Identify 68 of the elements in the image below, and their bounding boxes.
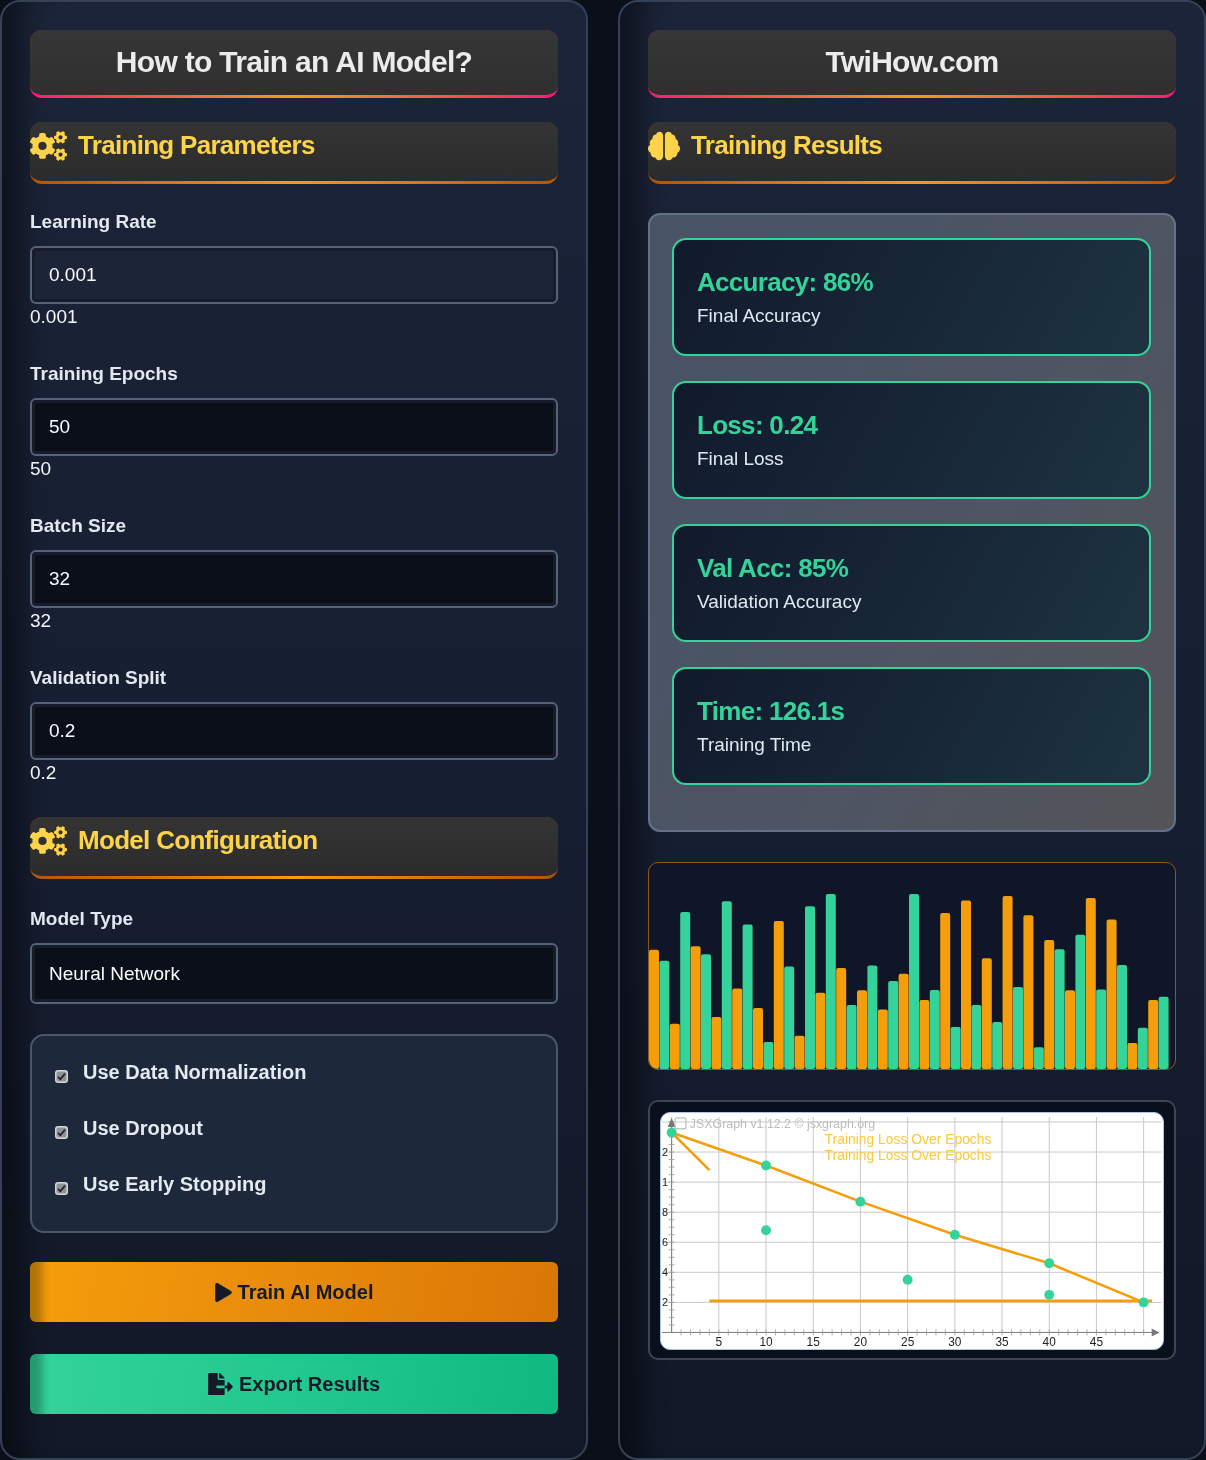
- result-caption: Validation Accuracy: [697, 591, 862, 613]
- number-input[interactable]: 0.001: [30, 246, 558, 304]
- field-label: Learning Rate: [30, 210, 157, 234]
- axis-tick-label: 6: [662, 1236, 669, 1249]
- section-title: Training Parameters: [78, 130, 315, 161]
- export-button[interactable]: Export Results: [30, 1354, 558, 1414]
- result-value: Accuracy: 86%: [697, 267, 873, 297]
- page-title: How to Train an AI Model?: [30, 30, 558, 98]
- train-button[interactable]: Train AI Model: [30, 1262, 558, 1322]
- axis-tick-label: 25: [901, 1335, 915, 1349]
- value-readout: 32: [30, 610, 52, 632]
- data-point: [855, 1196, 866, 1207]
- copyright-text: JSXGraph v1.12.2 © jsxgraph.org: [689, 1116, 876, 1131]
- gears-icon: [30, 130, 67, 161]
- axis-tick-label: 45: [1089, 1335, 1104, 1349]
- checkbox[interactable]: [55, 1069, 68, 1083]
- axis-tick-label: 15: [806, 1335, 820, 1349]
- data-point: [1138, 1297, 1149, 1308]
- field-label: Training Epochs: [30, 362, 178, 386]
- checkbox[interactable]: [55, 1125, 68, 1139]
- axis-tick-label: 2: [662, 1146, 669, 1158]
- section-title: Training Results: [691, 130, 883, 161]
- result-value: Val Acc: 85%: [697, 553, 849, 583]
- file-arrow-icon: [207, 1373, 233, 1395]
- site-title: TwiHow.com: [648, 30, 1176, 98]
- checkbox-label[interactable]: Use Dropout: [83, 1116, 203, 1140]
- axis-tick-label: 20: [853, 1335, 868, 1349]
- chart-title: Training Loss Over Epochs: [824, 1130, 992, 1147]
- number-input[interactable]: 50: [30, 398, 558, 456]
- field-label: Validation Split: [30, 666, 167, 690]
- gears-icon: [30, 825, 67, 856]
- field-label: Model Type: [30, 907, 134, 931]
- play-icon: [214, 1282, 232, 1302]
- data-point: [949, 1229, 960, 1240]
- data-point: [1044, 1258, 1055, 1269]
- checkbox-label[interactable]: Use Data Normalization: [83, 1060, 307, 1084]
- value-readout: 0.2: [30, 762, 57, 784]
- result-caption: Final Loss: [697, 448, 784, 470]
- axis-tick-label: 35: [995, 1335, 1009, 1349]
- section-title: Model Configuration: [78, 825, 318, 856]
- checkbox[interactable]: [55, 1181, 68, 1195]
- axis-tick-label: 2: [662, 1296, 669, 1309]
- axis-tick-label: 40: [1042, 1335, 1056, 1349]
- number-input[interactable]: 0.2: [30, 702, 558, 760]
- data-point: [761, 1160, 771, 1171]
- data-point: [902, 1274, 913, 1285]
- data-point: [1044, 1289, 1055, 1300]
- checkbox-label[interactable]: Use Early Stopping: [83, 1172, 267, 1196]
- result-value: Loss: 0.24: [697, 410, 818, 440]
- axis-tick-label: 10: [759, 1335, 773, 1349]
- result-caption: Final Accuracy: [697, 305, 821, 327]
- select-field[interactable]: Neural Network: [30, 943, 558, 1004]
- axis-tick-label: 5: [715, 1335, 723, 1349]
- chart-title: Training Loss Over Epochs: [824, 1146, 992, 1163]
- axis-tick-label: 30: [948, 1335, 962, 1349]
- result-caption: Training Time: [697, 734, 812, 756]
- value-readout: 0.001: [30, 306, 78, 328]
- data-point: [761, 1225, 771, 1236]
- number-input[interactable]: 32: [30, 550, 558, 608]
- axis-tick-label: 1: [662, 1176, 669, 1189]
- axis-tick-label: 8: [662, 1206, 669, 1219]
- brain-icon: [648, 130, 680, 161]
- result-value: Time: 126.1s: [697, 696, 845, 726]
- axis-tick-label: 4: [662, 1266, 669, 1279]
- data-point: [666, 1127, 677, 1138]
- field-label: Batch Size: [30, 514, 127, 538]
- logo-icon: [674, 1117, 687, 1130]
- value-readout: 50: [30, 458, 52, 480]
